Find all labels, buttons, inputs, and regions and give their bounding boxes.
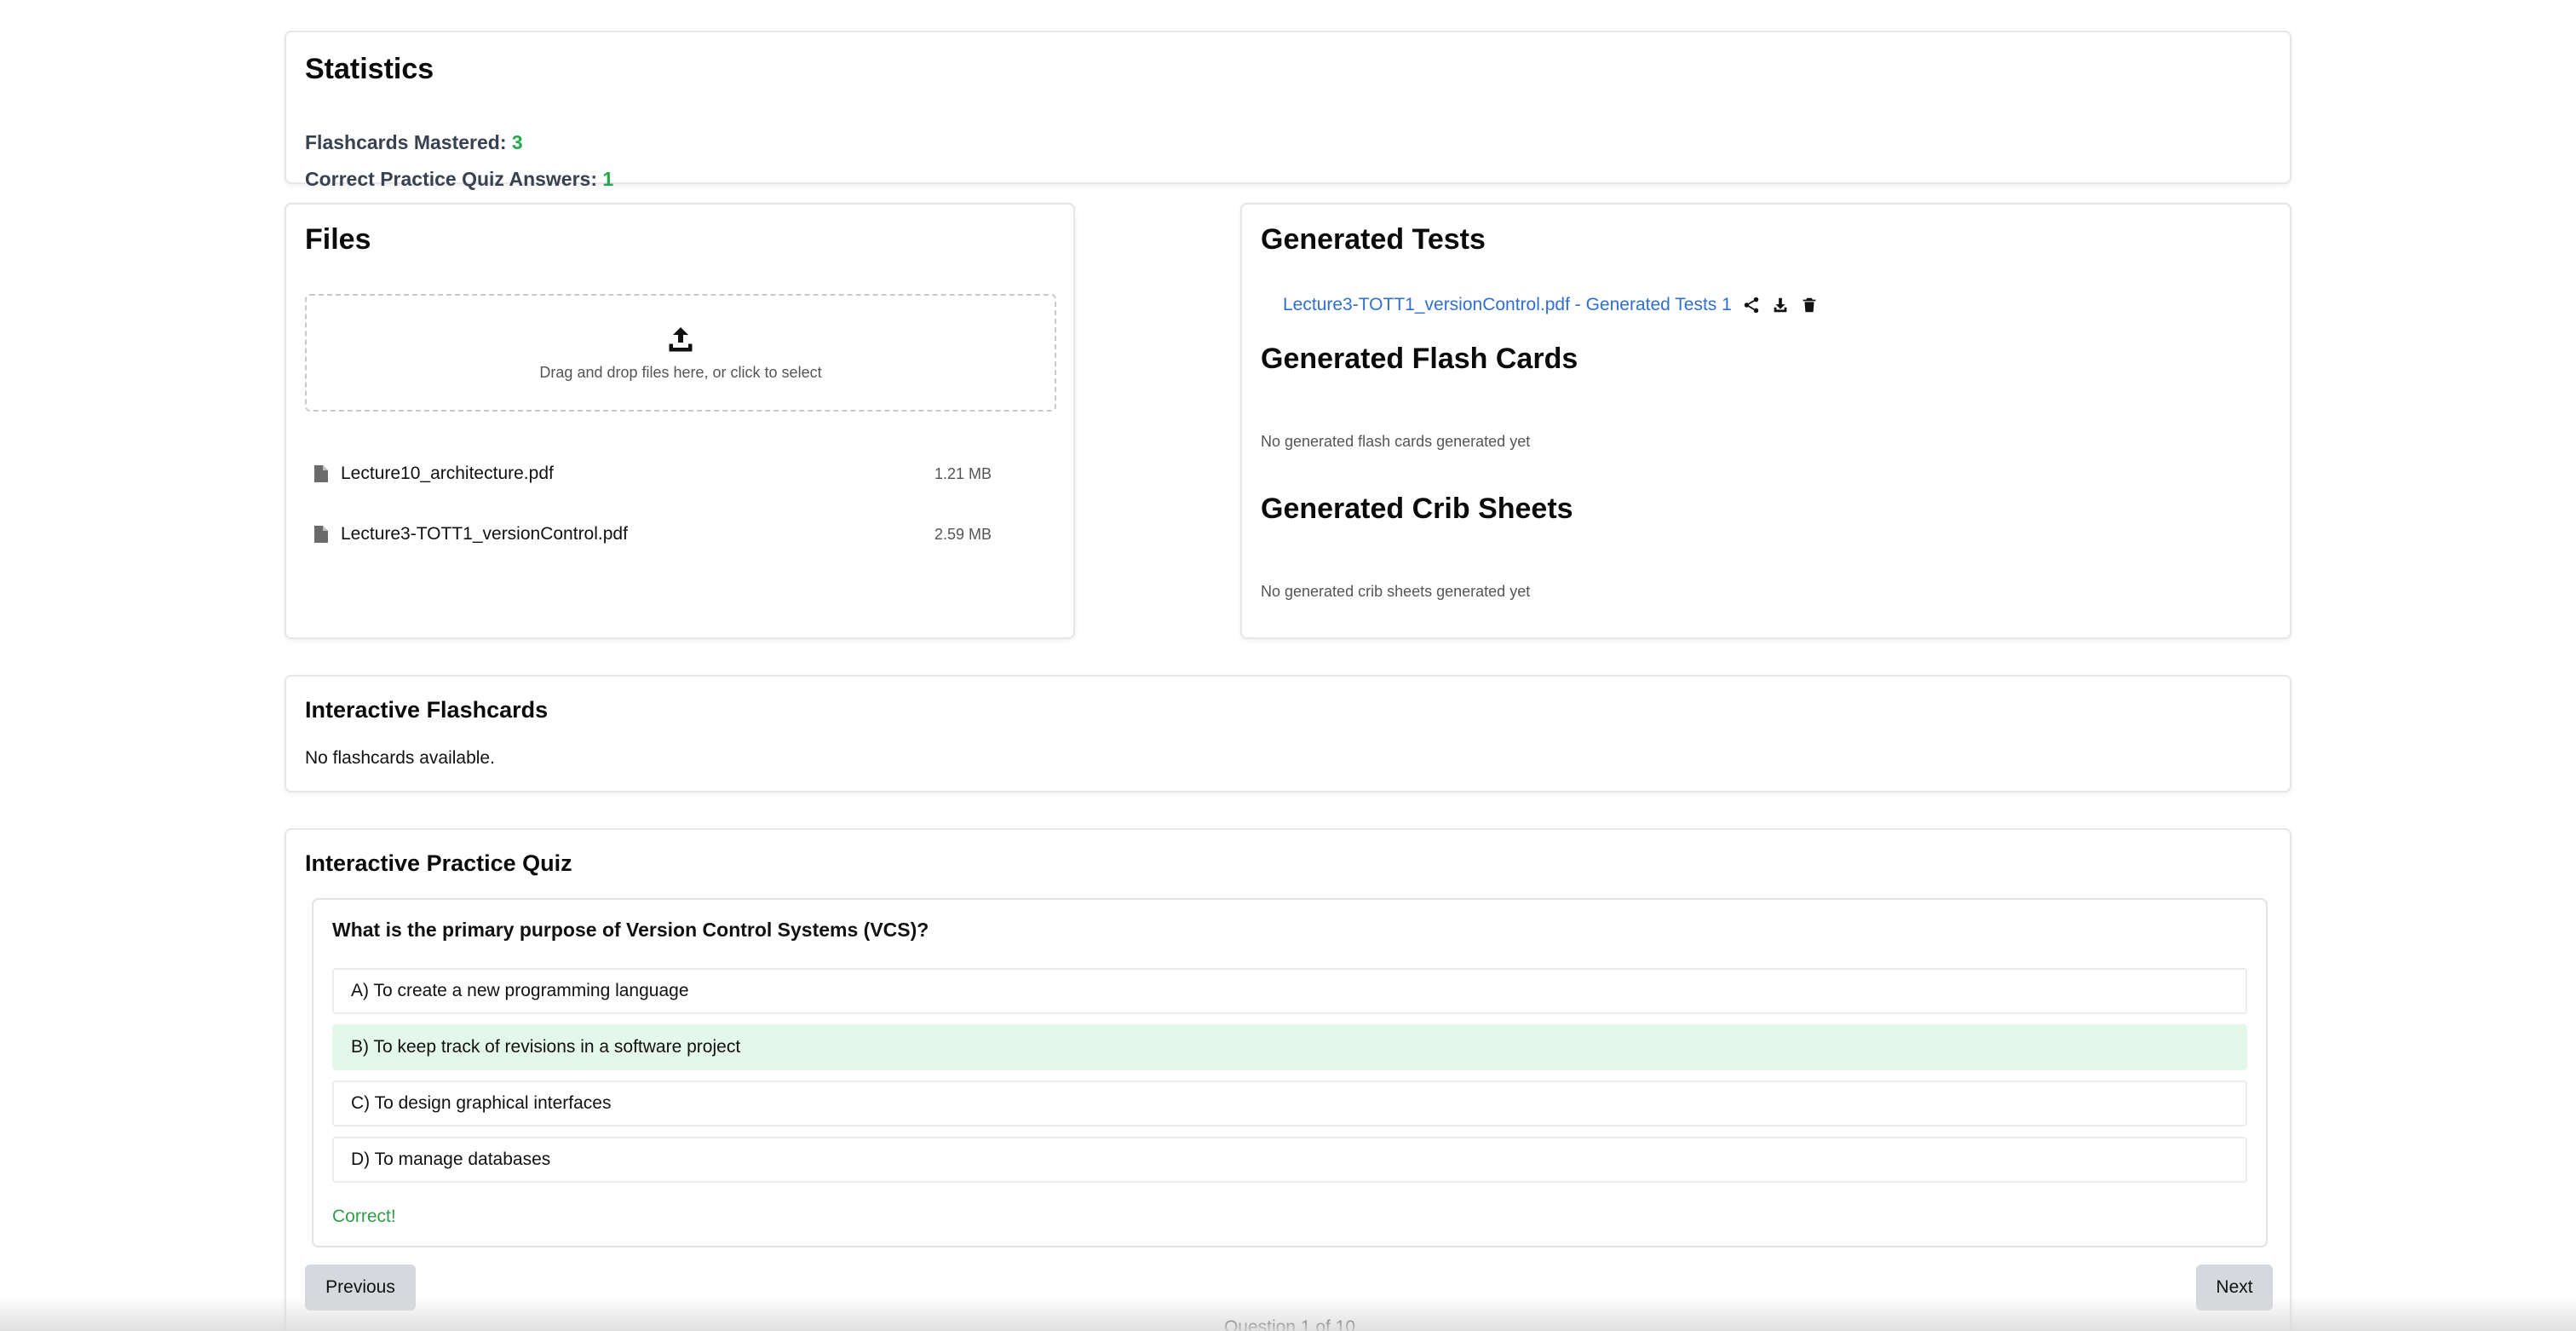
file-item[interactable]: Lecture10_architecture.pdf 1.21 MB	[313, 457, 995, 491]
quiz-answers-value: 1	[602, 168, 614, 190]
flashcards-empty: No flashcards available.	[305, 748, 495, 768]
previous-button[interactable]: Previous	[305, 1265, 416, 1311]
file-icon	[314, 526, 328, 543]
files-title: Files	[305, 223, 371, 256]
statistics-card: Statistics Flashcards Mastered: 3 Correc…	[285, 31, 2291, 190]
generated-test-link[interactable]: Lecture3-TOTT1_versionControl.pdf - Gene…	[1283, 295, 1732, 315]
upload-icon	[669, 326, 693, 351]
quiz-answers-label: Correct Practice Quiz Answers:	[305, 168, 597, 190]
answer-feedback: Correct!	[332, 1207, 396, 1226]
question-counter: Question 1 of 10	[1223, 1317, 1356, 1331]
file-size: 2.59 MB	[934, 525, 992, 543]
flashcards-mastered-label: Flashcards Mastered:	[305, 131, 507, 153]
generated-flashcards-empty: No generated flash cards generated yet	[1261, 433, 1531, 450]
file-name: Lecture10_architecture.pdf	[341, 464, 554, 483]
file-name: Lecture3-TOTT1_versionControl.pdf	[341, 524, 628, 544]
flashcards-mastered-stat: Flashcards Mastered: 3	[305, 131, 523, 154]
answer-option-c[interactable]: C) To design graphical interfaces	[332, 1080, 2247, 1126]
statistics-title: Statistics	[305, 53, 434, 85]
flashcards-card: Interactive Flashcards No flashcards ava…	[285, 675, 2291, 792]
next-button[interactable]: Next	[2196, 1265, 2273, 1311]
answer-option-b[interactable]: B) To keep track of revisions in a softw…	[332, 1024, 2247, 1070]
quiz-card: Interactive Practice Quiz What is the pr…	[285, 828, 2291, 1331]
files-card: Files Drag and drop files here, or click…	[285, 203, 1075, 639]
generated-cribsheets-empty: No generated crib sheets generated yet	[1261, 583, 1531, 600]
question-box: What is the primary purpose of Version C…	[312, 898, 2268, 1247]
flashcards-title: Interactive Flashcards	[305, 697, 549, 723]
flashcards-mastered-value: 3	[511, 131, 523, 153]
dropzone-text: Drag and drop files here, or click to se…	[539, 363, 822, 381]
quiz-answers-stat: Correct Practice Quiz Answers: 1	[305, 168, 613, 191]
generated-cribsheets-title: Generated Crib Sheets	[1261, 493, 1573, 525]
file-icon	[314, 465, 328, 482]
generated-test-item: Lecture3-TOTT1_versionControl.pdf - Gene…	[1283, 295, 1819, 315]
generated-flashcards-title: Generated Flash Cards	[1261, 343, 1578, 375]
generated-tests-title: Generated Tests	[1261, 223, 1486, 256]
file-item[interactable]: Lecture3-TOTT1_versionControl.pdf 2.59 M…	[313, 517, 995, 551]
file-dropzone[interactable]: Drag and drop files here, or click to se…	[305, 294, 1056, 412]
download-icon[interactable]	[1771, 296, 1790, 314]
delete-icon[interactable]	[1800, 296, 1819, 314]
question-text: What is the primary purpose of Version C…	[332, 919, 929, 941]
quiz-title: Interactive Practice Quiz	[305, 850, 572, 876]
generated-card: Generated Tests Generated Flash Cards No…	[1240, 203, 2291, 639]
share-icon[interactable]	[1742, 296, 1761, 314]
file-size: 1.21 MB	[934, 464, 992, 482]
answer-option-d[interactable]: D) To manage databases	[332, 1137, 2247, 1183]
answer-option-a[interactable]: A) To create a new programming language	[332, 968, 2247, 1014]
